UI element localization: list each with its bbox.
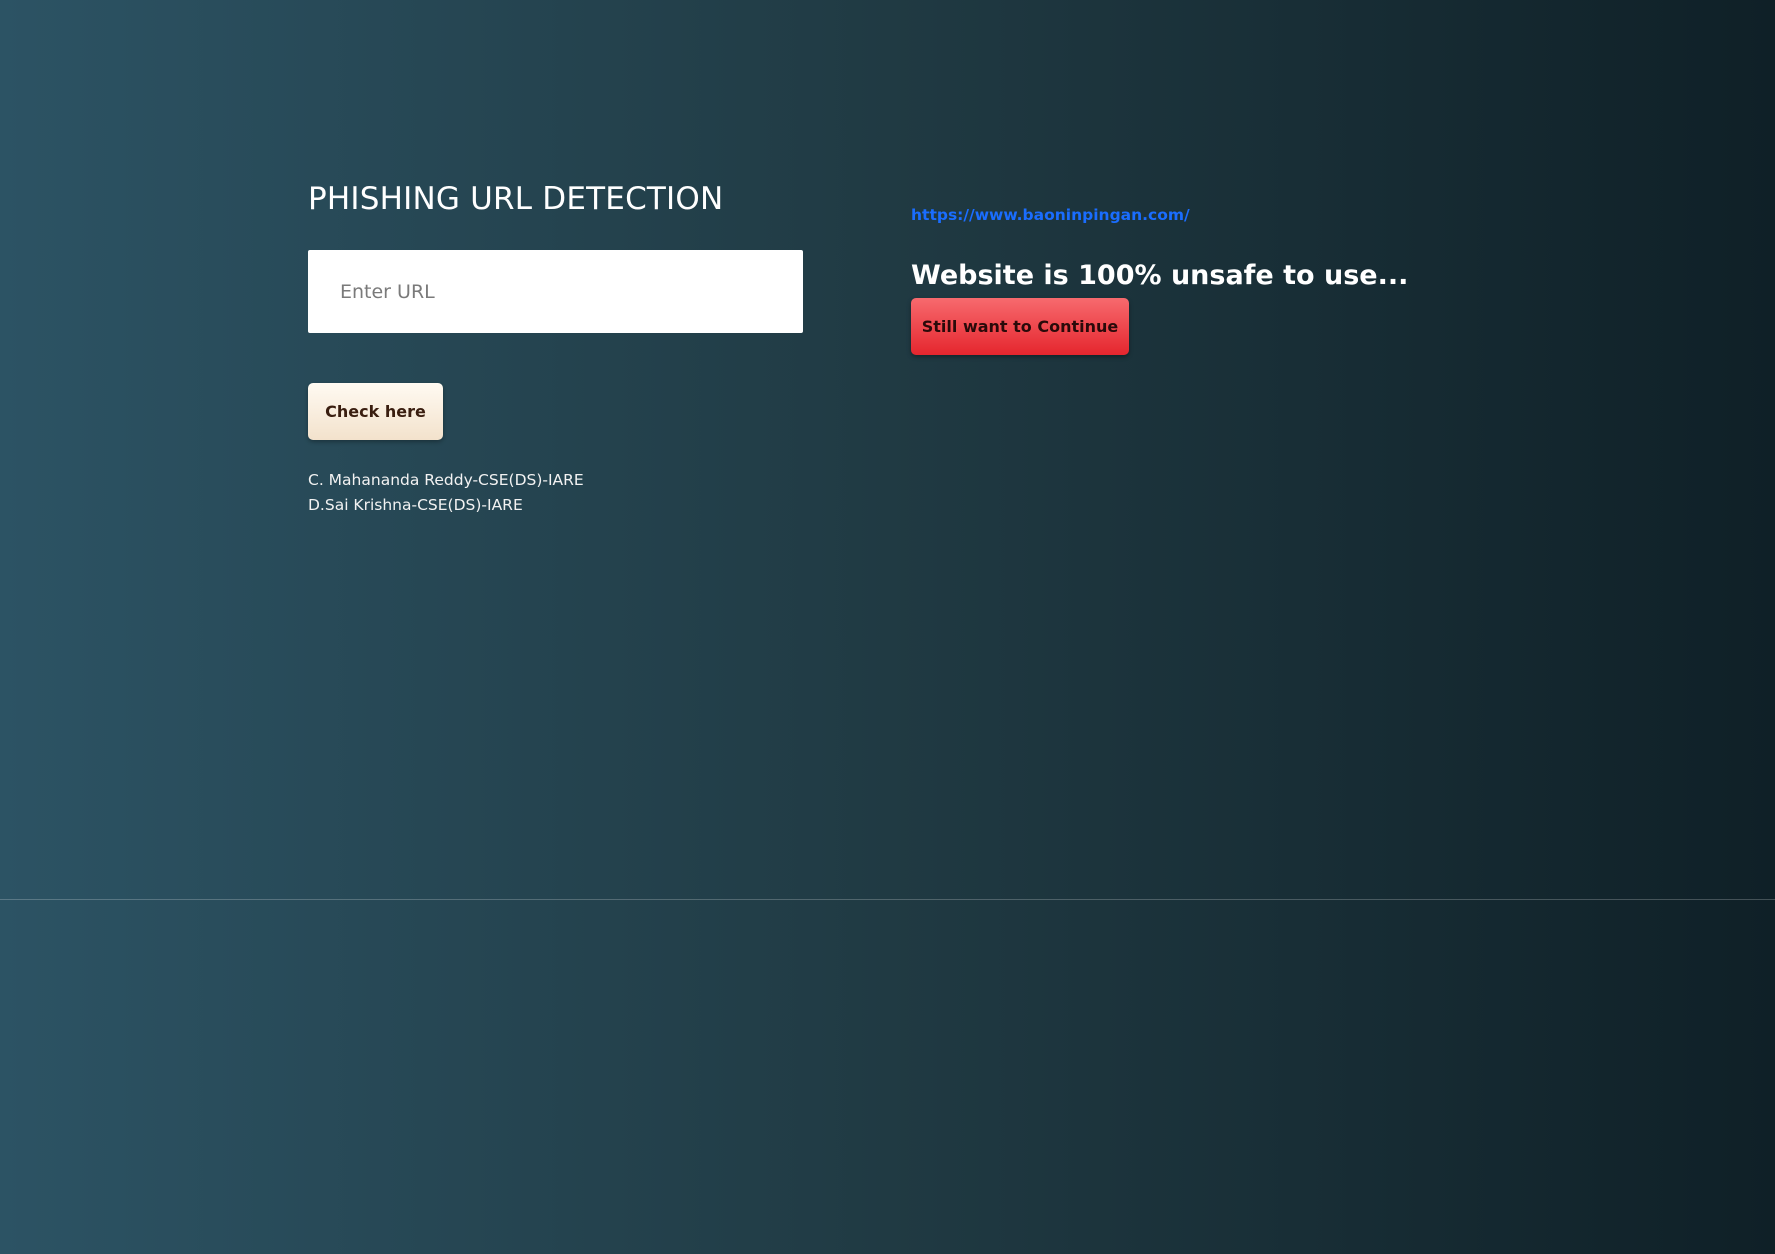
credits: C. Mahananda Reddy-CSE(DS)-IARE D.Sai Kr… (308, 468, 808, 518)
checked-url-link[interactable]: https://www.baoninpingan.com/ (911, 204, 1190, 226)
result-panel: https://www.baoninpingan.com/ Website is… (911, 204, 1511, 355)
divider (0, 899, 1775, 900)
detection-form-panel: PHISHING URL DETECTION Check here C. Mah… (308, 178, 808, 518)
page-title: PHISHING URL DETECTION (308, 181, 724, 217)
result-message: Website is 100% unsafe to use... (911, 260, 1409, 291)
still-continue-button[interactable]: Still want to Continue (911, 298, 1129, 355)
check-here-button[interactable]: Check here (308, 383, 443, 440)
credit-line: D.Sai Krishna-CSE(DS)-IARE (308, 496, 523, 514)
credit-line: C. Mahananda Reddy-CSE(DS)-IARE (308, 471, 584, 489)
url-input[interactable] (308, 250, 803, 333)
